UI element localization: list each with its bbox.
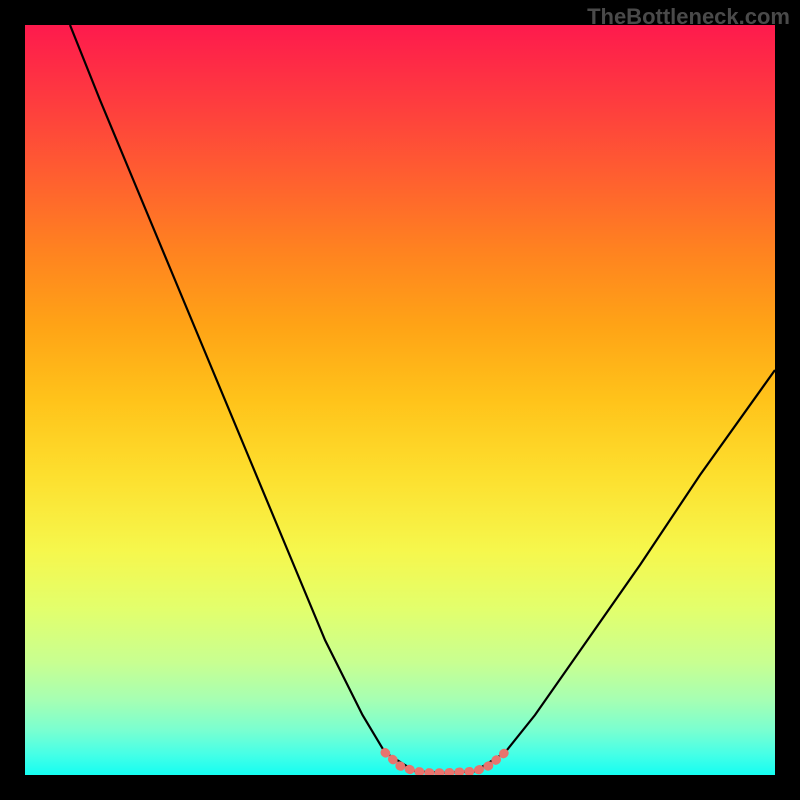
chart-svg xyxy=(25,25,775,775)
chart-plot-area xyxy=(25,25,775,775)
highlight-segment xyxy=(385,753,505,773)
curve-line xyxy=(70,25,775,773)
watermark-text: TheBottleneck.com xyxy=(587,4,790,30)
